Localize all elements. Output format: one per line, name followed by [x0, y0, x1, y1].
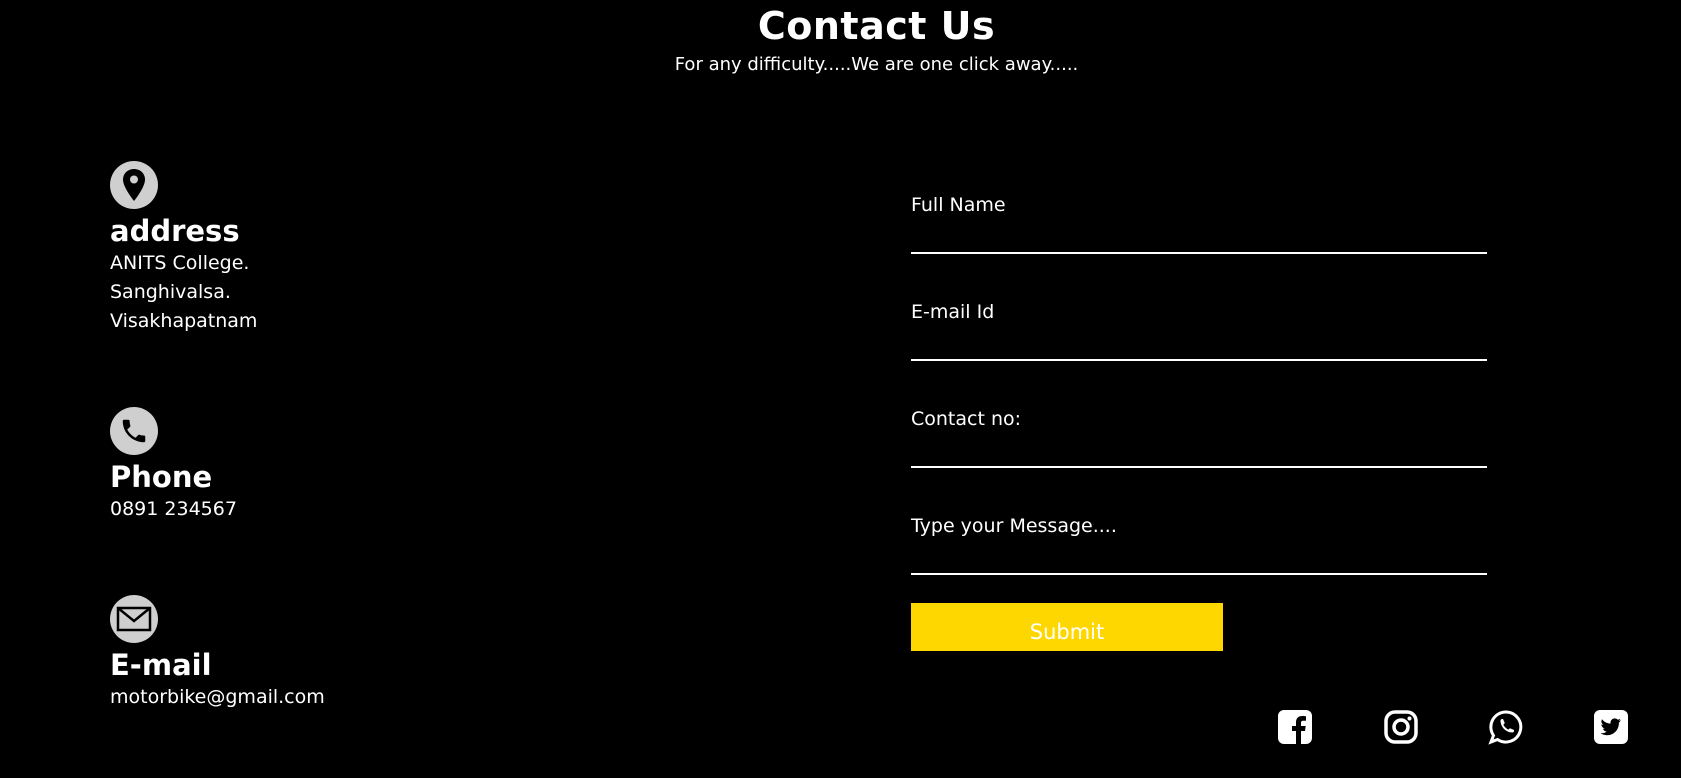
full-name-field: Full Name	[911, 190, 1487, 297]
instagram-icon[interactable]	[1383, 709, 1419, 745]
contact-form: Full Name E-mail Id Contact no: Type you…	[911, 190, 1487, 618]
address-heading: address	[110, 214, 240, 248]
address-line: ANITS College.	[110, 252, 250, 274]
message-input[interactable]	[911, 551, 1487, 575]
phone-value: 0891 234567	[110, 498, 237, 520]
address-line: Sanghivalsa.	[110, 281, 231, 303]
phone-heading: Phone	[110, 460, 213, 494]
address-line: Visakhapatnam	[110, 310, 258, 332]
submit-button[interactable]: Submit	[911, 603, 1223, 651]
page-title: Contact Us	[757, 4, 996, 48]
phone-icon	[110, 407, 158, 455]
map-pin-icon	[110, 161, 158, 209]
contact-no-label: Contact no:	[911, 408, 1022, 430]
email-value: motorbike@gmail.com	[110, 686, 325, 708]
email-heading: E-mail	[110, 648, 212, 682]
whatsapp-icon[interactable]	[1488, 709, 1524, 745]
message-field: Type your Message....	[911, 511, 1487, 618]
phone-block: Phone 0891 234567	[110, 407, 237, 524]
full-name-input[interactable]	[911, 230, 1487, 254]
email-label: E-mail Id	[911, 301, 995, 323]
contact-no-field: Contact no:	[911, 404, 1487, 511]
twitter-icon[interactable]	[1593, 709, 1629, 745]
page-subtitle: For any difficulty.....We are one click …	[674, 54, 1079, 75]
email-field: E-mail Id	[911, 297, 1487, 404]
mail-icon	[110, 595, 158, 643]
facebook-icon[interactable]	[1277, 709, 1313, 745]
email-input[interactable]	[911, 337, 1487, 361]
email-block: E-mail motorbike@gmail.com	[110, 595, 325, 712]
full-name-label: Full Name	[911, 194, 1006, 216]
contact-no-input[interactable]	[911, 444, 1487, 468]
address-block: address ANITS College. Sanghivalsa. Visa…	[110, 161, 257, 336]
message-label: Type your Message....	[911, 515, 1117, 537]
